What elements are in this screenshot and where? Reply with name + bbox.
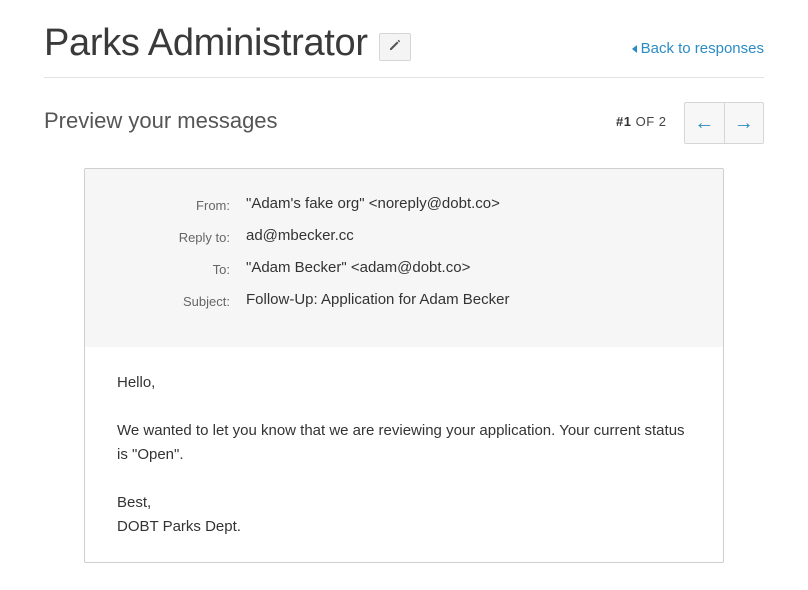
message-greeting: Hello, [117, 374, 156, 391]
message-headers: From: "Adam's fake org" <noreply@dobt.co… [85, 169, 723, 347]
back-to-responses-link[interactable]: Back to responses [631, 40, 764, 57]
subject-row: Subject: Follow-Up: Application for Adam… [85, 291, 723, 323]
to-value: "Adam Becker" <adam@dobt.co> [246, 259, 471, 276]
subject-label: Subject: [183, 294, 230, 309]
reply-to-value: ad@mbecker.cc [246, 227, 354, 244]
reply-to-row: Reply to: ad@mbecker.cc [85, 227, 723, 259]
counter-current: #1 [616, 114, 632, 129]
next-message-button[interactable]: → [723, 103, 764, 143]
message-closing: Best, DOBT Parks Dept. [117, 491, 691, 539]
pencil-icon [389, 38, 401, 56]
caret-left-icon [631, 44, 637, 53]
edit-title-button[interactable] [379, 33, 411, 61]
message-preview: From: "Adam's fake org" <noreply@dobt.co… [84, 168, 724, 563]
prev-message-button[interactable]: ← [685, 103, 724, 143]
from-label: From: [196, 198, 230, 213]
from-value: "Adam's fake org" <noreply@dobt.co> [246, 195, 500, 212]
from-row: From: "Adam's fake org" <noreply@dobt.co… [85, 195, 723, 227]
reply-to-label: Reply to: [178, 230, 230, 245]
counter-total: OF 2 [635, 114, 667, 129]
message-counter: #1 OF 2 [616, 114, 667, 129]
back-link-label: Back to responses [640, 40, 764, 57]
header-divider [44, 77, 764, 78]
message-signoff: Best, [117, 494, 152, 511]
subject-value: Follow-Up: Application for Adam Becker [246, 291, 510, 308]
preview-subtitle: Preview your messages [44, 108, 278, 133]
to-row: To: "Adam Becker" <adam@dobt.co> [85, 259, 723, 291]
message-body: Hello, We wanted to let you know that we… [85, 347, 723, 562]
message-signature: DOBT Parks Dept. [117, 518, 241, 535]
message-paragraph: We wanted to let you know that we are re… [117, 422, 685, 463]
pager: ← → [684, 102, 764, 144]
to-label: To: [212, 262, 230, 277]
page-title: Parks Administrator [44, 22, 368, 64]
